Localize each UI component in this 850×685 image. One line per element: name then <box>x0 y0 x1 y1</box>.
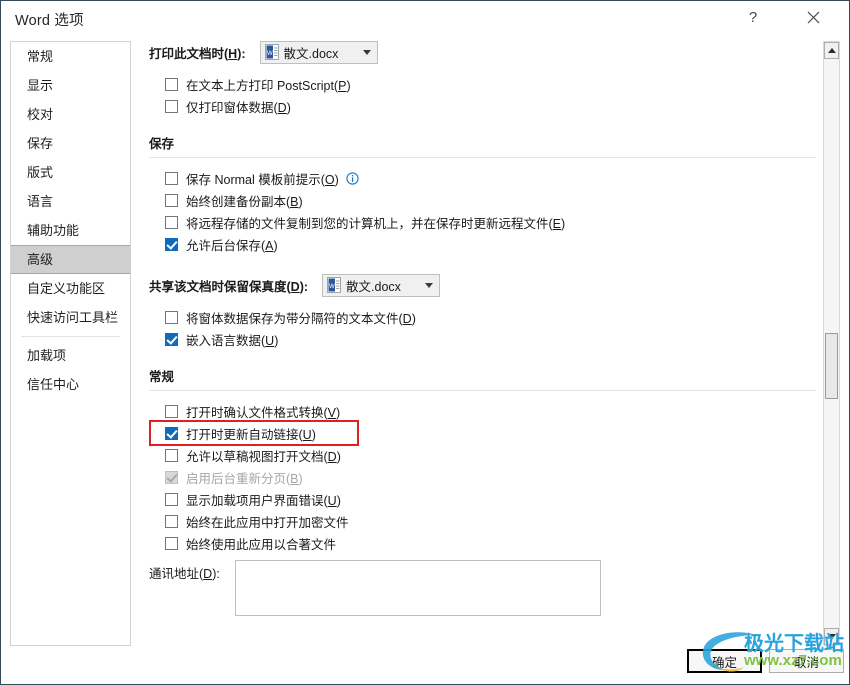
close-button[interactable] <box>793 3 833 31</box>
checkbox-label-enable-background-repagination: 启用后台重新分页(B) <box>186 471 303 486</box>
fidelity-section-label: 共享该文档时保留保真度(D): <box>149 279 309 294</box>
sidebar-item-layout[interactable]: 版式 <box>11 158 130 187</box>
checkbox-label-embed-linguistic-data: 嵌入语言数据(U) <box>186 333 279 348</box>
svg-text:W: W <box>329 284 335 290</box>
checkbox-label-confirm-file-format-conversion: 打开时确认文件格式转换(V) <box>186 405 341 420</box>
mailing-address-label: 通讯地址(D): <box>149 567 220 581</box>
save-section: 保存 <box>149 133 817 158</box>
checkbox-always-open-encrypted-files[interactable] <box>165 514 178 528</box>
svg-text:W: W <box>267 51 273 57</box>
title-bar: Word 选项 ? <box>1 1 849 34</box>
print-section-row: 打印此文档时(H): W 散文.docx <box>149 39 817 65</box>
chevron-down-icon <box>362 49 371 55</box>
checkbox-label-show-addin-ui-errors: 显示加载项用户界面错误(U) <box>186 493 341 508</box>
checkbox-row-allow-background-saves[interactable]: 允许后台保存(A) <box>165 233 817 255</box>
checkbox-allow-background-saves[interactable] <box>165 237 178 251</box>
checkbox-row-copy-remote-files[interactable]: 将远程存储的文件复制到您的计算机上，并在保存时更新远程文件(E) <box>165 211 817 233</box>
help-button[interactable]: ? <box>733 3 773 31</box>
checkbox-label-update-automatic-links-at-open: 打开时更新自动链接(U) <box>186 427 316 442</box>
sidebar-item-advanced[interactable]: 高级 <box>11 245 130 274</box>
checkbox-row-print-postscript[interactable]: 在文本上方打印 PostScript(P) <box>165 73 817 95</box>
print-document-combo-value: 散文.docx <box>283 46 339 61</box>
scrollbar-up-button[interactable] <box>824 42 839 59</box>
checkbox-row-enable-background-repagination: 启用后台重新分页(B) <box>165 466 817 488</box>
sidebar-item-proofing[interactable]: 校对 <box>11 100 130 129</box>
checkbox-prompt-save-normal-template[interactable] <box>165 171 178 185</box>
fidelity-section-row: 共享该文档时保留保真度(D): W 散文.docx <box>149 272 817 298</box>
mailing-address-input[interactable] <box>235 560 601 616</box>
checkbox-label-always-use-for-coauthoring: 始终使用此应用以合著文件 <box>186 537 337 552</box>
print-section-label: 打印此文档时(H): <box>149 46 246 61</box>
fidelity-document-combo-value: 散文.docx <box>346 279 401 294</box>
checkbox-label-copy-remote-files: 将远程存储的文件复制到您的计算机上，并在保存时更新远程文件(E) <box>186 216 566 231</box>
content-scrollbar[interactable] <box>823 41 840 646</box>
checkbox-label-always-create-backup: 始终创建备份副本(B) <box>186 194 303 209</box>
sidebar: 常规 显示 校对 保存 版式 语言 辅助功能 高级 自定义功能区 快速访问工具栏… <box>10 41 131 646</box>
checkbox-row-show-addin-ui-errors[interactable]: 显示加载项用户界面错误(U) <box>165 488 817 510</box>
checkbox-label-prompt-save-normal-template: 保存 Normal 模板前提示(O) <box>186 172 339 187</box>
close-icon <box>807 11 819 23</box>
checkbox-update-automatic-links-at-open[interactable] <box>165 426 178 440</box>
scrollbar-thumb[interactable] <box>825 333 838 399</box>
checkbox-always-use-for-coauthoring[interactable] <box>165 536 178 550</box>
checkbox-enable-background-repagination <box>165 470 178 484</box>
checkbox-row-allow-open-in-draft-view[interactable]: 允许以草稿视图打开文档(D) <box>165 444 817 466</box>
checkbox-copy-remote-files[interactable] <box>165 215 178 229</box>
checkbox-row-save-form-data-as-delimited[interactable]: 将窗体数据保存为带分隔符的文本文件(D) <box>165 306 817 328</box>
checkbox-print-postscript[interactable] <box>165 77 178 91</box>
print-document-combo[interactable]: W 散文.docx <box>259 40 378 64</box>
sidebar-divider <box>21 336 120 337</box>
sidebar-item-quick-access-toolbar[interactable]: 快速访问工具栏 <box>11 303 130 332</box>
checkbox-always-create-backup[interactable] <box>165 193 178 207</box>
sidebar-item-save[interactable]: 保存 <box>11 129 130 158</box>
general-section-divider <box>149 390 816 391</box>
checkbox-label-print-form-data-only: 仅打印窗体数据(D) <box>186 100 291 115</box>
checkbox-allow-open-in-draft-view[interactable] <box>165 448 178 462</box>
checkbox-show-addin-ui-errors[interactable] <box>165 492 178 506</box>
save-section-title: 保存 <box>149 137 175 151</box>
sidebar-item-accessibility[interactable]: 辅助功能 <box>11 216 130 245</box>
checkbox-row-print-form-data-only[interactable]: 仅打印窗体数据(D) <box>165 95 817 117</box>
sidebar-item-customize-ribbon[interactable]: 自定义功能区 <box>11 274 130 303</box>
fidelity-document-combo[interactable]: W 散文.docx <box>322 273 441 297</box>
checkbox-label-save-form-data-as-delimited: 将窗体数据保存为带分隔符的文本文件(D) <box>186 311 416 326</box>
chevron-down-icon <box>425 282 434 288</box>
sidebar-item-language[interactable]: 语言 <box>11 187 130 216</box>
save-section-divider <box>149 157 816 158</box>
arrow-up-icon <box>827 48 836 53</box>
scrollbar-down-button[interactable] <box>824 628 839 645</box>
sidebar-item-addins[interactable]: 加载项 <box>11 341 130 370</box>
checkbox-label-print-postscript: 在文本上方打印 PostScript(P) <box>186 78 351 93</box>
checkbox-label-always-open-encrypted-files: 始终在此应用中打开加密文件 <box>186 515 349 530</box>
checkbox-row-confirm-file-format-conversion[interactable]: 打开时确认文件格式转换(V) <box>165 400 817 422</box>
word-options-dialog: Word 选项 ? 常规 显示 校对 保存 版式 语言 辅助功能 高级 自定义功… <box>0 0 850 685</box>
sidebar-item-display[interactable]: 显示 <box>11 71 130 100</box>
options-content-pane: 打印此文档时(H): W 散文.docx 在文本上方打印 PostScript(… <box>149 39 817 647</box>
word-document-icon: W <box>327 277 342 293</box>
checkbox-save-form-data-as-delimited[interactable] <box>165 310 178 324</box>
general-section: 常规 <box>149 366 817 391</box>
checkbox-confirm-file-format-conversion[interactable] <box>165 404 178 418</box>
ok-button[interactable]: 确定 <box>687 649 762 673</box>
checkbox-row-prompt-save-normal-template[interactable]: 保存 Normal 模板前提示(O) <box>165 167 817 189</box>
arrow-down-icon <box>827 634 836 639</box>
checkbox-embed-linguistic-data[interactable] <box>165 332 178 346</box>
checkbox-row-update-automatic-links-at-open[interactable]: 打开时更新自动链接(U) <box>149 420 817 446</box>
checkbox-row-embed-linguistic-data[interactable]: 嵌入语言数据(U) <box>165 328 817 350</box>
question-mark-icon: ? <box>748 8 758 26</box>
mailing-address-row: 通讯地址(D): <box>149 560 817 616</box>
checkbox-row-always-open-encrypted-files[interactable]: 始终在此应用中打开加密文件 <box>165 510 817 532</box>
checkbox-label-allow-background-saves: 允许后台保存(A) <box>186 238 278 253</box>
checkbox-row-always-use-for-coauthoring[interactable]: 始终使用此应用以合著文件 <box>165 532 817 554</box>
info-icon[interactable] <box>346 171 359 185</box>
word-document-icon: W <box>264 44 279 60</box>
page-title: Word 选项 <box>15 13 84 29</box>
checkbox-label-allow-open-in-draft-view: 允许以草稿视图打开文档(D) <box>186 449 341 464</box>
checkbox-print-form-data-only[interactable] <box>165 99 178 113</box>
sidebar-item-trust-center[interactable]: 信任中心 <box>11 370 130 399</box>
general-section-title: 常规 <box>149 370 175 384</box>
cancel-button[interactable]: 取消 <box>769 649 844 673</box>
checkbox-row-always-create-backup[interactable]: 始终创建备份副本(B) <box>165 189 817 211</box>
sidebar-item-general[interactable]: 常规 <box>11 42 130 71</box>
